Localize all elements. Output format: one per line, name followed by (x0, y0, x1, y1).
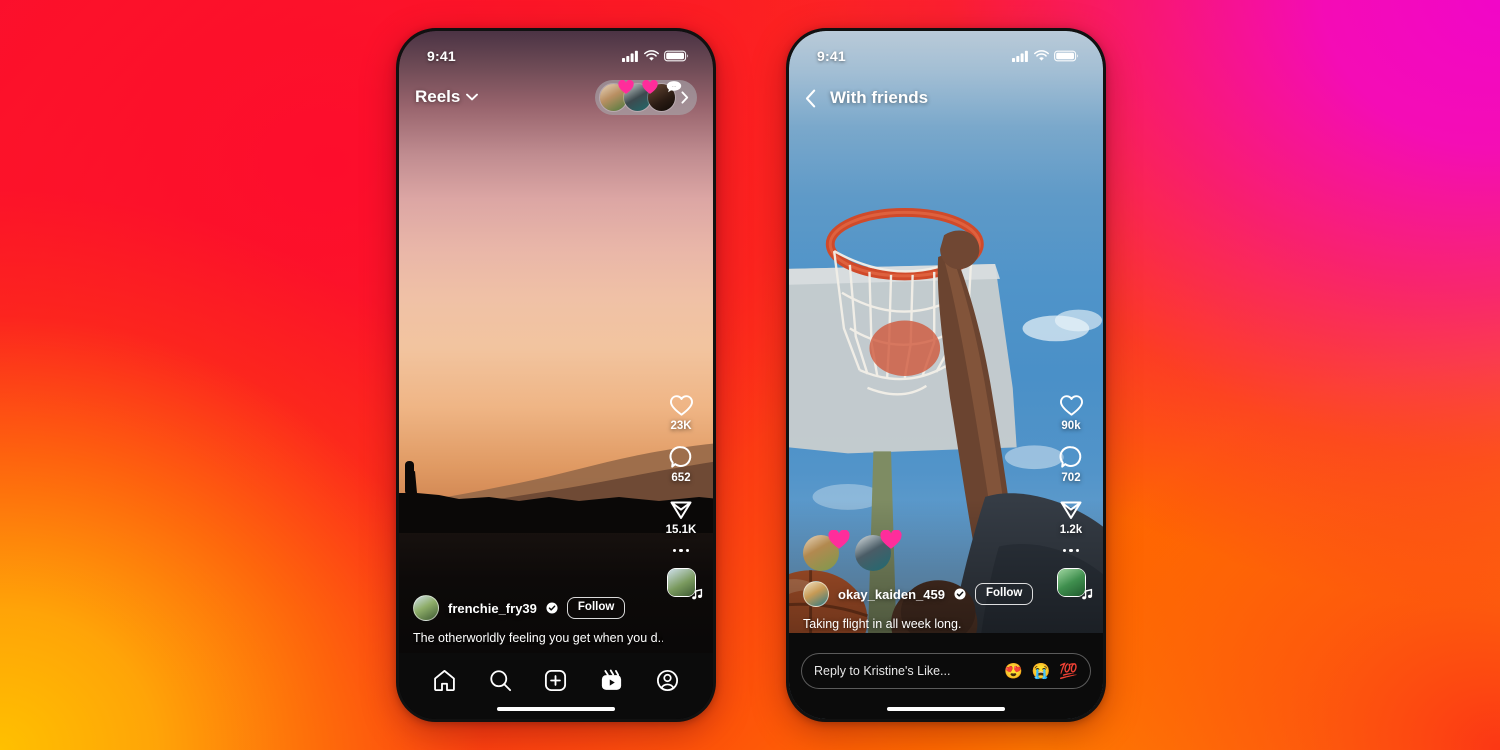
verified-badge-icon (954, 588, 966, 600)
search-icon (490, 669, 511, 691)
nav-search[interactable] (488, 668, 513, 693)
share-count: 1.2k (1059, 523, 1083, 536)
like-count: 23K (670, 419, 692, 432)
battery-icon (664, 50, 689, 62)
friend-reaction-bubble[interactable] (855, 530, 902, 571)
background-gradient (0, 0, 1500, 750)
phone-with-friends: 9:41 With friends 90k 702 1.2k okay_kaid… (786, 28, 1106, 722)
page-title[interactable]: Reels (415, 87, 460, 107)
phone-reels-feed: 9:41 Reels ··· 23K 652 15.1K frenchie_fr… (396, 28, 716, 722)
wifi-icon (1034, 50, 1049, 61)
wifi-icon (644, 50, 659, 61)
home-indicator (887, 706, 1005, 711)
music-note-icon (691, 588, 702, 600)
speech-bubble-reaction-icon: ··· (666, 80, 682, 92)
comment-action[interactable]: 652 (669, 445, 693, 484)
nav-reels[interactable] (599, 668, 624, 693)
tray-chevron[interactable] (681, 90, 689, 104)
share-count: 15.1K (665, 523, 697, 536)
follow-button[interactable]: Follow (566, 597, 626, 619)
audio-thumbnail[interactable] (666, 568, 702, 600)
comment-icon[interactable] (669, 445, 693, 469)
audio-thumbnail[interactable] (1056, 568, 1092, 600)
status-icons (622, 50, 689, 62)
heart-reaction-icon (828, 530, 850, 549)
cellular-signal-icon (1012, 50, 1028, 62)
reels-header: Reels ··· (399, 71, 713, 123)
reply-bar[interactable]: Reply to Kristine's Like... 😍 😭 💯 (801, 653, 1091, 689)
share-action[interactable]: 1.2k (1059, 497, 1083, 536)
more-options-icon[interactable] (1062, 548, 1080, 552)
nav-home[interactable] (432, 668, 457, 693)
friend-reaction-bubble[interactable] (803, 530, 850, 571)
reply-input[interactable]: Reply to Kristine's Like... (814, 664, 1004, 678)
emoji-heart-eyes[interactable]: 😍 (1004, 664, 1023, 679)
cellular-signal-icon (622, 50, 638, 62)
avatar[interactable] (803, 581, 829, 607)
action-rail: 23K 652 15.1K (659, 394, 703, 600)
story-reaction-tray[interactable]: ··· (595, 79, 697, 115)
comment-icon[interactable] (1059, 445, 1083, 469)
chevron-right-icon (681, 90, 689, 104)
status-bar: 9:41 (399, 31, 713, 71)
avatar[interactable] (413, 595, 439, 621)
status-icons (1012, 50, 1079, 62)
screen-reels-feed: 9:41 Reels ··· 23K 652 15.1K frenchie_fr… (399, 31, 713, 719)
profile-icon (656, 669, 678, 691)
action-rail: 90k 702 1.2k (1049, 394, 1093, 600)
svg-text:···: ··· (672, 83, 676, 88)
emoji-sob[interactable]: 😭 (1032, 664, 1051, 679)
with-friends-header: With friends (789, 71, 1103, 125)
comment-action[interactable]: 702 (1059, 445, 1083, 484)
page-title: With friends (830, 88, 929, 107)
nav-create[interactable] (543, 668, 568, 693)
bg-bottomright-glow (0, 0, 1500, 750)
emoji-hundred[interactable]: 💯 (1059, 664, 1078, 679)
status-time: 9:41 (427, 48, 456, 64)
quick-emoji-row: 😍 😭 💯 (1004, 664, 1078, 679)
comment-count: 702 (1061, 471, 1081, 484)
username[interactable]: frenchie_fry39 (448, 601, 537, 616)
more-options-icon[interactable] (672, 548, 690, 552)
caption[interactable]: Taking flight in all week long. (803, 617, 1053, 631)
comment-count: 652 (671, 471, 691, 484)
post-info: frenchie_fry39 Follow The otherworldly f… (399, 595, 713, 645)
share-icon[interactable] (1059, 497, 1083, 521)
share-action[interactable]: 15.1K (665, 497, 697, 536)
caption[interactable]: The otherworldly feeling you get when yo… (413, 631, 663, 645)
reels-icon (601, 669, 622, 690)
nav-profile[interactable] (655, 668, 680, 693)
chevron-down-icon[interactable] (466, 93, 479, 101)
friend-reactions (803, 530, 902, 571)
like-action[interactable]: 90k (1059, 394, 1084, 432)
status-bar: 9:41 (789, 31, 1103, 71)
follow-button[interactable]: Follow (974, 583, 1034, 605)
like-count: 90k (1061, 419, 1081, 432)
username[interactable]: okay_kaiden_459 (838, 587, 945, 602)
heart-reaction-icon (618, 79, 634, 94)
battery-icon (1054, 50, 1079, 62)
heart-icon[interactable] (669, 394, 694, 417)
like-action[interactable]: 23K (669, 394, 694, 432)
status-time: 9:41 (817, 48, 846, 64)
heart-icon[interactable] (1059, 394, 1084, 417)
home-indicator (497, 706, 615, 711)
music-note-icon (1081, 588, 1092, 600)
user-row: okay_kaiden_459 Follow (803, 581, 1089, 607)
share-icon[interactable] (669, 497, 693, 521)
create-icon (545, 669, 567, 691)
chevron-left-icon[interactable] (805, 89, 816, 108)
verified-badge-icon (546, 602, 558, 614)
screen-with-friends: 9:41 With friends 90k 702 1.2k okay_kaid… (789, 31, 1103, 719)
home-icon (434, 669, 456, 691)
user-row: frenchie_fry39 Follow (413, 595, 699, 621)
heart-reaction-icon (880, 530, 902, 549)
heart-reaction-icon (642, 79, 658, 94)
